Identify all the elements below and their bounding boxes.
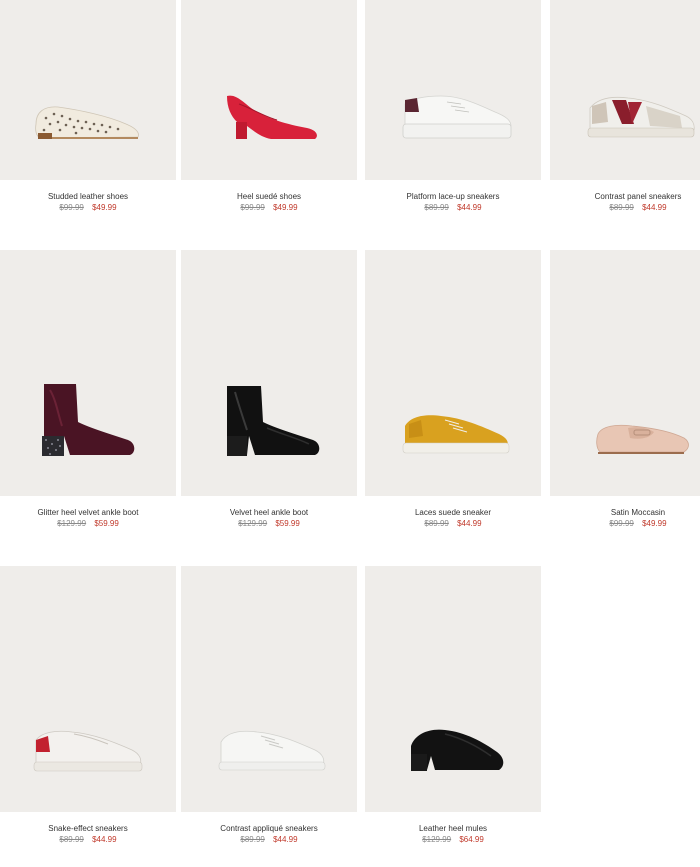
sale-price: $44.99 (273, 835, 298, 844)
product-card[interactable]: Satin Moccasin $99.99 $49.99 (550, 250, 700, 529)
product-name[interactable]: Glitter heel velvet ankle boot (0, 508, 176, 518)
product-card[interactable]: Heel suedé shoes $99.99 $49.99 (181, 0, 357, 213)
original-price: $89.99 (609, 203, 634, 212)
product-image[interactable] (181, 250, 357, 496)
product-image[interactable] (550, 250, 700, 496)
original-price: $89.99 (424, 203, 449, 212)
product-image[interactable] (0, 0, 176, 180)
product-name[interactable]: Velvet heel ankle boot (181, 508, 357, 518)
product-card[interactable]: Glitter heel velvet ankle boot $129.99 $… (0, 250, 176, 529)
product-prices: $89.99 $44.99 (0, 835, 176, 845)
product-name[interactable]: Studded leather shoes (0, 192, 176, 202)
sale-price: $59.99 (275, 519, 300, 528)
product-name[interactable]: Contrast appliqué sneakers (181, 824, 357, 834)
product-card[interactable]: Platform lace-up sneakers $89.99 $44.99 (365, 0, 541, 213)
product-name[interactable]: Heel suedé shoes (181, 192, 357, 202)
product-name[interactable]: Platform lace-up sneakers (365, 192, 541, 202)
product-name[interactable]: Laces suede sneaker (365, 508, 541, 518)
original-price: $129.99 (422, 835, 452, 844)
sale-price: $49.99 (92, 203, 117, 212)
black-heel-mule-icon (411, 729, 504, 771)
product-card[interactable]: Velvet heel ankle boot $129.99 $59.99 (181, 250, 357, 529)
product-prices: $129.99 $59.99 (0, 519, 176, 529)
product-prices: $89.99 $44.99 (365, 519, 541, 529)
product-name[interactable]: Satin Moccasin (550, 508, 700, 518)
product-card[interactable]: Contrast appliqué sneakers $89.99 $44.99 (181, 566, 357, 845)
satin-moccasin-icon (596, 424, 689, 454)
product-grid: Studded leather shoes $99.99 $49.99 Heel… (0, 0, 700, 867)
original-price: $99.99 (609, 519, 634, 528)
product-card[interactable]: Laces suede sneaker $89.99 $44.99 (365, 250, 541, 529)
product-prices: $89.99 $44.99 (550, 203, 700, 213)
product-image[interactable] (365, 0, 541, 180)
studded-flat-shoe-icon (35, 106, 139, 139)
velvet-ankle-boot-icon (42, 384, 135, 456)
sale-price: $44.99 (457, 203, 482, 212)
red-block-heel-pump-icon (227, 95, 317, 139)
product-image[interactable] (365, 250, 541, 496)
product-image[interactable] (365, 566, 541, 812)
white-platform-sneaker-icon (402, 95, 512, 139)
original-price: $89.99 (424, 519, 449, 528)
contrast-panel-sneaker-icon (587, 96, 695, 138)
original-price: $99.99 (59, 203, 84, 212)
sale-price: $49.99 (273, 203, 298, 212)
product-prices: $89.99 $44.99 (365, 203, 541, 213)
sale-price: $44.99 (457, 519, 482, 528)
sale-price: $59.99 (94, 519, 119, 528)
mustard-suede-sneaker-icon (402, 415, 510, 454)
product-prices: $129.99 $59.99 (181, 519, 357, 529)
sale-price: $44.99 (642, 203, 667, 212)
product-image[interactable] (550, 0, 700, 180)
product-prices: $129.99 $64.99 (365, 835, 541, 845)
sale-price: $49.99 (642, 519, 667, 528)
white-applique-sneaker-icon (218, 730, 326, 771)
product-prices: $99.99 $49.99 (550, 519, 700, 529)
product-image[interactable] (181, 0, 357, 180)
product-name[interactable]: Snake-effect sneakers (0, 824, 176, 834)
product-card[interactable]: Leather heel mules $129.99 $64.99 (365, 566, 541, 845)
product-image[interactable] (0, 566, 176, 812)
original-price: $99.99 (240, 203, 265, 212)
product-prices: $99.99 $49.99 (181, 203, 357, 213)
product-prices: $89.99 $44.99 (181, 835, 357, 845)
product-card[interactable]: Studded leather shoes $99.99 $49.99 (0, 0, 176, 213)
original-price: $89.99 (59, 835, 84, 844)
sale-price: $64.99 (459, 835, 484, 844)
snake-effect-sneaker-icon (33, 730, 143, 772)
product-name[interactable]: Contrast panel sneakers (550, 192, 700, 202)
product-card[interactable]: Snake-effect sneakers $89.99 $44.99 (0, 566, 176, 845)
product-prices: $99.99 $49.99 (0, 203, 176, 213)
original-price: $129.99 (57, 519, 87, 528)
black-velvet-ankle-boot-icon (227, 386, 320, 456)
product-image[interactable] (181, 566, 357, 812)
original-price: $129.99 (238, 519, 268, 528)
sale-price: $44.99 (92, 835, 117, 844)
product-name[interactable]: Leather heel mules (365, 824, 541, 834)
product-image[interactable] (0, 250, 176, 496)
product-card[interactable]: Contrast panel sneakers $89.99 $44.99 (550, 0, 700, 213)
original-price: $89.99 (240, 835, 265, 844)
